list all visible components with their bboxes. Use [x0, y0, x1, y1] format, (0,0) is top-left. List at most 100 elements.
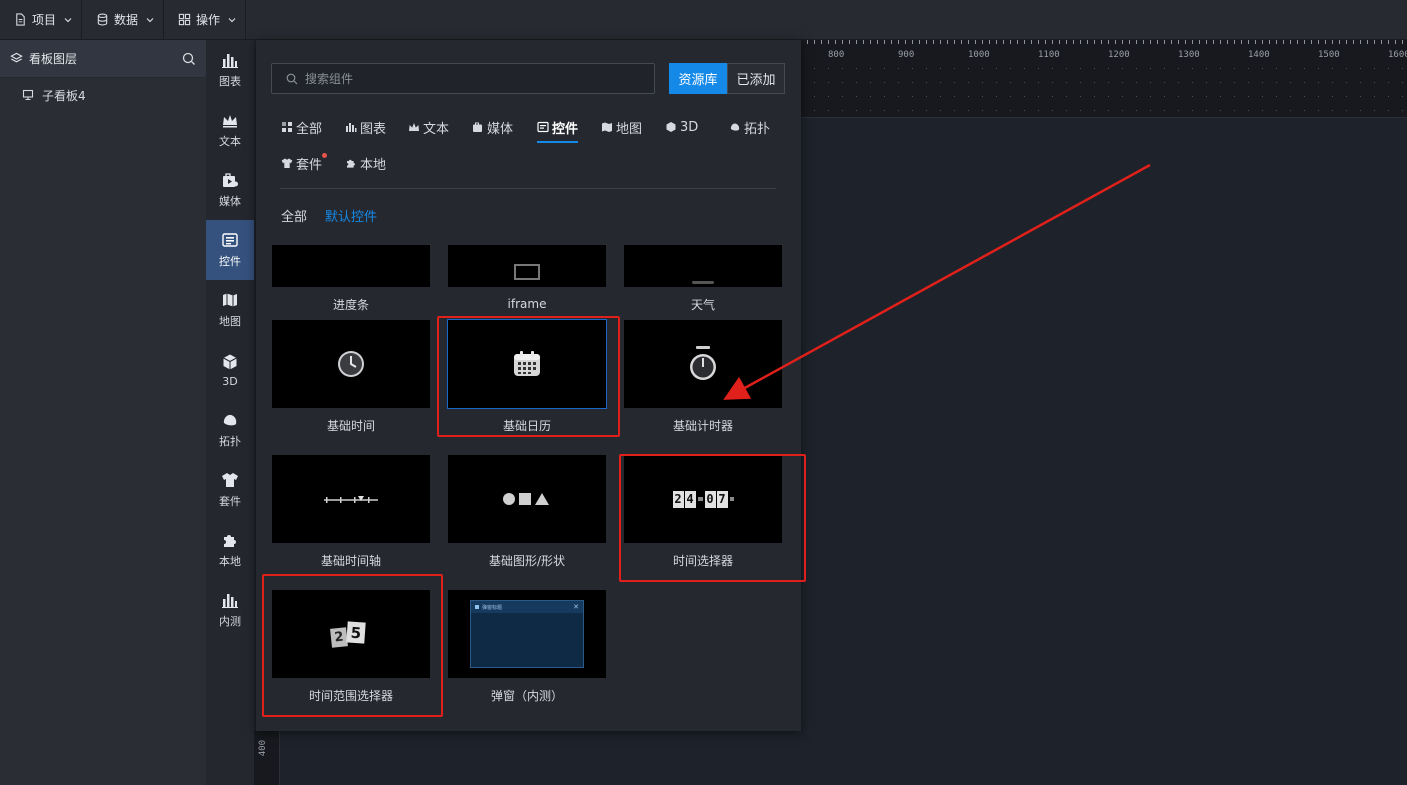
rail-item-media[interactable]: 媒体	[206, 160, 254, 220]
ruler-tick	[933, 40, 934, 44]
grid-dot	[912, 82, 913, 83]
grid-dot	[1360, 110, 1361, 111]
component-card-basic-shapes[interactable]: 基础图形/形状	[448, 455, 606, 577]
ruler-tick-label: 1400	[1248, 50, 1270, 60]
grid-dot	[1220, 110, 1221, 111]
tab-topology[interactable]: 拓扑	[729, 117, 770, 137]
rail-item-text[interactable]: 文本	[206, 100, 254, 160]
ruler-tick	[856, 40, 857, 44]
grid-dot	[856, 110, 857, 111]
component-card-popup[interactable]: 弹窗标题 ✕ 弹窗（内测）	[448, 590, 606, 712]
component-card-weather[interactable]: 天气	[624, 245, 782, 321]
grid-dot	[1234, 96, 1235, 97]
rail-item-chart[interactable]: 图表	[206, 40, 254, 100]
flip-digit: 2	[672, 490, 684, 508]
component-card-date-range-picker[interactable]: 2 5 时间范围选择器	[272, 590, 430, 712]
component-card-basic-timer[interactable]: 基础计时器	[624, 320, 782, 442]
tab-chart[interactable]: 图表	[345, 117, 386, 137]
rail-item-beta[interactable]: 内测	[206, 580, 254, 640]
grid-dot	[1066, 68, 1067, 69]
rail-item-label: 3D	[222, 374, 238, 388]
ruler-tick	[877, 40, 878, 44]
grid-dot	[1248, 96, 1249, 97]
component-card-basic-calendar[interactable]: 基础日历	[447, 319, 607, 442]
rail-item-3d[interactable]: 3D	[206, 340, 254, 400]
grid-dot	[996, 110, 997, 111]
tab-widget[interactable]: 控件	[537, 117, 579, 143]
component-thumb	[272, 245, 430, 287]
grid-dot	[1178, 110, 1179, 111]
grid-dot	[842, 110, 843, 111]
layer-item-label: 子看板4	[42, 88, 86, 103]
menu-data-label: 数据	[114, 13, 139, 27]
ruler-tick	[1227, 40, 1228, 44]
grid-dot	[898, 68, 899, 69]
component-card-basic-timeline[interactable]: 基础时间轴	[272, 455, 430, 577]
ruler-tick-label: 1100	[1038, 50, 1060, 60]
rail-item-topology[interactable]: 拓扑	[206, 400, 254, 460]
rail-item-map[interactable]: 地图	[206, 280, 254, 340]
ruler-tick	[926, 40, 927, 44]
menu-operation[interactable]: 操作	[164, 0, 247, 40]
ruler-tick	[1234, 40, 1235, 44]
grid-dot	[1248, 82, 1249, 83]
tab-media[interactable]: 媒体	[472, 117, 513, 137]
horizontal-ruler: 800 900 1000 1100 1200 1300 1400 1500 1600	[800, 40, 1407, 118]
grid-dot	[982, 96, 983, 97]
subtab-default-widgets[interactable]: 默认控件	[325, 206, 377, 225]
layer-item-sub-board[interactable]: 子看板4	[0, 80, 206, 110]
grid-dot	[912, 96, 913, 97]
ruler-ticks	[800, 40, 1403, 111]
rail-item-widget[interactable]: 控件	[206, 220, 254, 280]
ruler-tick	[1325, 40, 1326, 44]
tab-label: 拓扑	[744, 121, 771, 137]
ruler-tick	[1108, 40, 1109, 44]
component-card-iframe[interactable]: iframe	[448, 245, 606, 321]
component-search-input[interactable]: 搜索组件	[271, 63, 655, 94]
ruler-tick	[1262, 40, 1263, 44]
tab-map[interactable]: 地图	[601, 117, 642, 137]
component-label: 基础计时器	[672, 418, 733, 433]
grid-dot	[1178, 82, 1179, 83]
ruler-tick	[1038, 40, 1039, 44]
ruler-tick	[842, 40, 843, 44]
rail-item-label: 本地	[219, 555, 241, 568]
menu-data[interactable]: 数据	[82, 0, 165, 40]
component-card-basic-time[interactable]: 基础时间	[272, 320, 430, 442]
grid-dot	[828, 68, 829, 69]
tab-label: 文本	[423, 121, 450, 137]
rail-item-kit[interactable]: 套件	[206, 460, 254, 520]
menu-project[interactable]: 项目	[0, 0, 83, 40]
tab-3d[interactable]: 3D	[665, 117, 698, 137]
tab-kit[interactable]: 套件	[281, 152, 328, 173]
grid-dot	[1318, 82, 1319, 83]
subtab-all[interactable]: 全部	[281, 206, 307, 225]
added-button[interactable]: 已添加	[727, 63, 785, 94]
grid-dot	[1094, 82, 1095, 83]
tab-all[interactable]: 全部	[281, 117, 322, 137]
component-thumb	[448, 455, 606, 543]
grid-dot	[1332, 96, 1333, 97]
ruler-tick	[1073, 40, 1074, 44]
tab-text[interactable]: 文本	[408, 117, 449, 137]
component-card-progress[interactable]: 进度条	[272, 245, 430, 321]
rail-item-local[interactable]: 本地	[206, 520, 254, 580]
media-icon	[473, 122, 482, 132]
component-card-date-picker[interactable]: 2 4 0 7 时间选择器	[624, 455, 782, 577]
ruler-tick	[898, 40, 899, 44]
grid-dot	[1108, 96, 1109, 97]
ruler-tick	[1283, 40, 1284, 44]
search-icon[interactable]	[182, 52, 196, 66]
grid-dot	[1318, 68, 1319, 69]
grid-dot	[1248, 110, 1249, 111]
ruler-tick	[1066, 40, 1067, 44]
grid-dot	[1248, 68, 1249, 69]
resource-library-button[interactable]: 资源库	[669, 63, 727, 94]
tab-local[interactable]: 本地	[345, 153, 386, 173]
grid-dot	[1150, 82, 1151, 83]
grid-dot	[828, 96, 829, 97]
component-grid: 进度条 iframe 天气 基础时间 基础日历 基础计时器 基础时间轴 基础图形…	[256, 245, 801, 731]
grid-dot	[870, 82, 871, 83]
grid-dot	[1038, 82, 1039, 83]
grid-dot	[954, 68, 955, 69]
